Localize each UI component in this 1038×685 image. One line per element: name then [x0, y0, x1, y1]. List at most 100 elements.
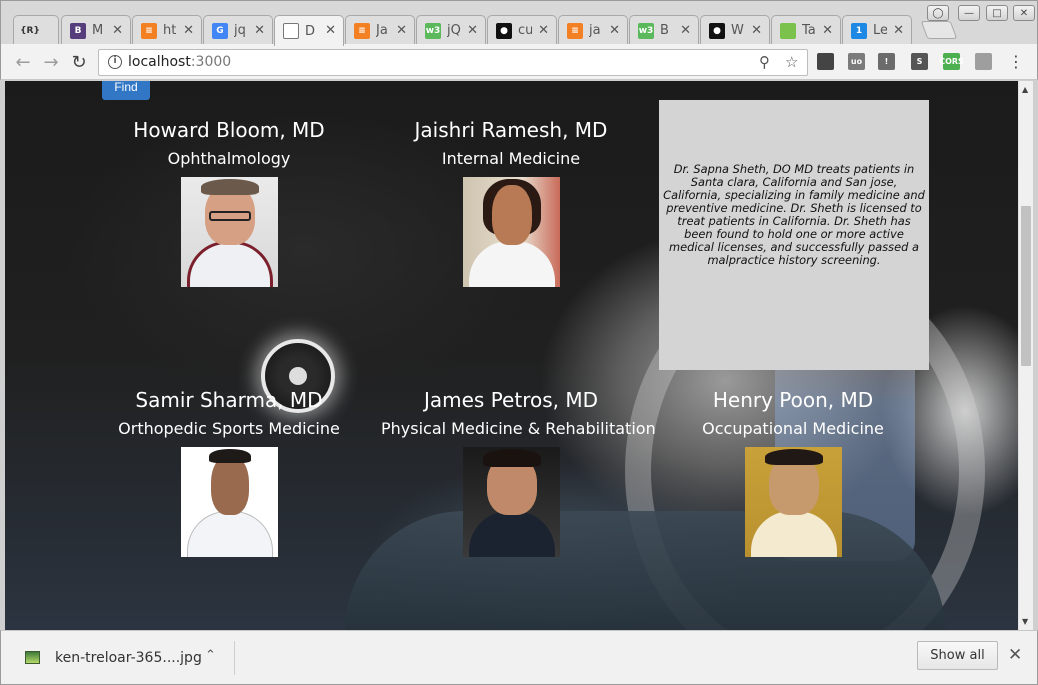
doctor-card[interactable]: Samir Sharma, MD Orthopedic Sports Medic… — [99, 387, 359, 557]
url-host: localhost — [128, 54, 191, 70]
find-button[interactable]: Find — [102, 81, 150, 100]
w3schools-icon: w3 — [425, 22, 441, 39]
tab[interactable]: 1 Le ✕ — [842, 15, 912, 45]
download-filename[interactable]: ken-treloar-365....jpg — [55, 650, 202, 666]
zoom-icon[interactable]: ⚲ — [759, 53, 770, 71]
tab-close-icon[interactable]: ✕ — [893, 23, 904, 38]
doctor-card[interactable]: James Petros, MD Physical Medicine & Reh… — [381, 387, 656, 557]
tab-close-icon[interactable]: ✕ — [538, 23, 549, 38]
tab-title: jQ — [447, 23, 461, 38]
tab-title: B — [660, 23, 669, 38]
info-icon[interactable]: i — [108, 55, 122, 69]
url-text[interactable]: localhost:3000 — [128, 54, 231, 70]
tab[interactable]: Ta ✕ — [771, 15, 841, 45]
tab-close-icon[interactable]: ✕ — [396, 23, 407, 38]
tab-title: Ja — [376, 23, 388, 38]
tab-close-icon[interactable]: ✕ — [467, 23, 478, 38]
tab-close-icon[interactable]: ✕ — [112, 23, 123, 38]
tab[interactable]: ● cu ✕ — [487, 15, 557, 45]
tab-title: M — [92, 23, 104, 38]
tab-close-icon[interactable]: ✕ — [822, 23, 833, 38]
forward-button[interactable]: → — [40, 52, 62, 73]
doctor-name[interactable]: Samir Sharma, MD — [99, 387, 359, 413]
braces-icon: {R} — [20, 22, 40, 39]
tab[interactable]: w3 B ✕ — [629, 15, 699, 45]
tab-strip: {R} B M ✕ ≡ ht ✕ Gjq ✕ D ✕ ≡ Ja ✕ w3 jQ ✕ ● cu ✕ ≡ ja ✕ w3 B ✕ ● W ✕… — [0, 0, 1038, 46]
tab-close-icon[interactable]: ✕ — [680, 23, 691, 38]
doctor-bio-card: Dr. Sapna Sheth, DO MD treats patients i… — [659, 100, 929, 370]
tab-close-icon[interactable]: ✕ — [325, 23, 336, 38]
doctor-name[interactable]: Howard Bloom, MD — [99, 117, 359, 143]
doctor-specialty: Ophthalmology — [167, 149, 291, 168]
tag-extension-icon[interactable]: ! — [878, 53, 895, 70]
tab[interactable]: ● W ✕ — [700, 15, 770, 45]
scroll-down-arrow-icon[interactable]: ▼ — [1022, 617, 1028, 626]
ublock-icon[interactable]: uo — [848, 53, 865, 70]
tab[interactable]: D ✕ — [274, 15, 344, 46]
scroll-up-arrow-icon[interactable]: ▲ — [1022, 85, 1028, 94]
tab-title: Ta — [802, 23, 816, 38]
bookmark-star-icon[interactable]: ☆ — [785, 53, 798, 71]
tab[interactable]: ≡ ht ✕ — [132, 15, 202, 45]
new-tab-button[interactable] — [920, 21, 958, 39]
tab-title: ht — [163, 23, 177, 38]
scrollbar-thumb[interactable] — [1021, 206, 1031, 366]
github-icon: ● — [496, 22, 512, 39]
doctor-specialty: Occupational Medicine — [702, 419, 884, 438]
show-all-button[interactable]: Show all — [917, 641, 998, 670]
image-file-icon — [25, 651, 40, 664]
cors-extension-icon[interactable]: CORS — [939, 53, 964, 70]
tab[interactable]: w3 jQ ✕ — [416, 15, 486, 45]
doctor-name[interactable]: Henry Poon, MD — [663, 387, 923, 413]
doctor-photo[interactable] — [462, 177, 560, 287]
s-extension-icon[interactable]: S — [911, 53, 928, 70]
doctor-card[interactable]: Henry Poon, MD Occupational Medicine — [663, 387, 923, 557]
number-one-icon: 1 — [851, 22, 867, 39]
doctor-photo[interactable] — [180, 177, 278, 287]
doctor-card[interactable]: Howard Bloom, MD Ophthalmology — [99, 117, 359, 287]
document-icon — [283, 23, 299, 39]
download-shelf: ken-treloar-365....jpg ⌃ Show all ✕ — [0, 630, 1038, 685]
doctor-photo[interactable] — [180, 447, 278, 557]
tab[interactable]: ≡ Ja ✕ — [345, 15, 415, 45]
tab-close-icon[interactable]: ✕ — [254, 23, 265, 38]
back-button[interactable]: ← — [12, 52, 34, 73]
download-item[interactable]: ken-treloar-365....jpg ⌃ — [19, 641, 235, 675]
page-icon — [780, 22, 796, 39]
tab[interactable]: ≡ ja ✕ — [558, 15, 628, 45]
stackoverflow-icon: ≡ — [567, 22, 583, 39]
tab-title: Le — [873, 23, 887, 38]
doctor-name[interactable]: Jaishri Ramesh, MD — [381, 117, 641, 143]
doctor-name[interactable]: James Petros, MD — [381, 387, 641, 413]
doctor-specialty: Internal Medicine — [441, 149, 581, 168]
browser-toolbar: ← → ↻ i localhost:3000 ⚲ ☆ uo! S CORS ⋮ — [0, 44, 1038, 80]
minimize-button[interactable]: — — [958, 5, 980, 21]
screen-extension-icon[interactable] — [975, 53, 992, 70]
chevron-up-icon[interactable]: ⌃ — [205, 648, 216, 663]
url-port: :3000 — [190, 54, 232, 70]
close-window-button[interactable]: ✕ — [1013, 5, 1035, 21]
address-bar[interactable]: i localhost:3000 ⚲ ☆ — [98, 49, 808, 76]
bird-extension-icon[interactable] — [817, 53, 834, 70]
page-scrollbar[interactable]: ▲ ▼ — [1018, 81, 1033, 630]
w3schools-icon: w3 — [638, 22, 654, 39]
tab-title: D — [305, 23, 316, 39]
reload-button[interactable]: ↻ — [68, 52, 90, 73]
close-icon[interactable]: ✕ — [1008, 645, 1022, 665]
tab-title: W — [731, 23, 744, 38]
profile-icon[interactable]: ◯ — [927, 5, 949, 21]
tab[interactable]: B M ✕ — [61, 15, 131, 45]
tab-close-icon[interactable]: ✕ — [183, 23, 194, 38]
tab-close-icon[interactable]: ✕ — [751, 23, 762, 38]
tab-title: jq — [234, 23, 246, 38]
doctor-photo[interactable] — [744, 447, 842, 557]
tab-title: ja — [589, 23, 601, 38]
maximize-button[interactable]: □ — [986, 5, 1008, 21]
tab[interactable]: Gjq ✕ — [203, 15, 273, 45]
tab-close-icon[interactable]: ✕ — [609, 23, 620, 38]
menu-icon[interactable]: ⋮ — [1005, 52, 1027, 71]
doctor-photo[interactable] — [462, 447, 560, 557]
stackoverflow-icon: ≡ — [354, 22, 370, 39]
doctor-card[interactable]: Jaishri Ramesh, MD Internal Medicine — [381, 117, 641, 287]
tab[interactable]: {R} — [13, 15, 59, 45]
